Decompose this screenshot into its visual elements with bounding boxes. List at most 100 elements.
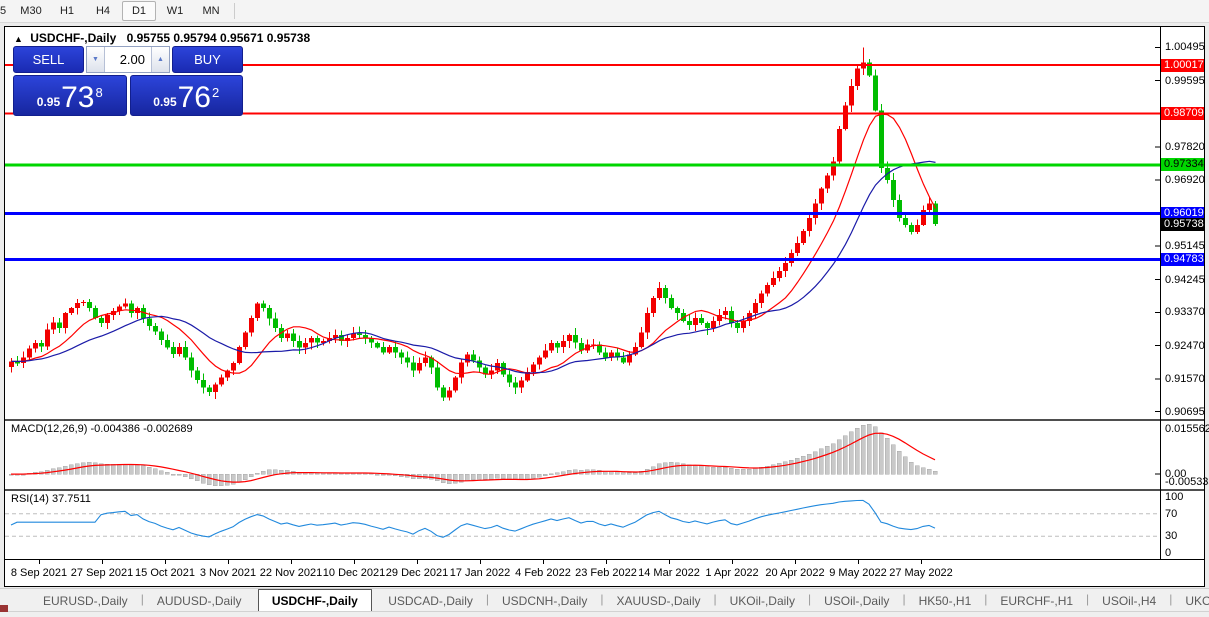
- y-axis-label: 0.90695: [1165, 406, 1205, 418]
- chart-symbol: USDCHF-,Daily: [30, 31, 116, 45]
- x-axis-tick: [417, 560, 418, 564]
- sell-button[interactable]: SELL: [13, 46, 84, 73]
- buy-button[interactable]: BUY: [172, 46, 243, 73]
- sell-price-box[interactable]: 0.95 73 8: [13, 75, 127, 116]
- timeframe-button-W1[interactable]: W1: [158, 1, 192, 21]
- x-axis-tick: [102, 560, 103, 564]
- price-level-badge: 0.94783: [1161, 253, 1204, 266]
- price-level-badge: 0.97334: [1161, 158, 1204, 171]
- timeframe-button-D1[interactable]: D1: [122, 1, 156, 21]
- rsi-axis-label: 30: [1165, 530, 1177, 542]
- triangle-down-icon: ▼: [92, 56, 99, 63]
- rsi-label: RSI(14) 37.7511: [11, 493, 91, 505]
- y-axis-label: 0.94245: [1165, 274, 1205, 286]
- volume-decrease-button[interactable]: ▼: [87, 47, 105, 72]
- status-fragment: [0, 605, 8, 612]
- y-axis-label: 0.95145: [1165, 240, 1205, 252]
- rsi-axis-label: 70: [1165, 508, 1177, 520]
- rsi-chart[interactable]: RSI(14) 37.7511: [5, 491, 1160, 559]
- timeframe-button-MN[interactable]: MN: [194, 1, 228, 21]
- tab-eurusd-daily[interactable]: EURUSD-,Daily: [30, 590, 141, 611]
- y-axis-label: 0.91570: [1165, 373, 1205, 385]
- x-axis-tick: [165, 560, 166, 564]
- x-axis-tick: [732, 560, 733, 564]
- sell-price-big: 73: [61, 83, 94, 113]
- chart-window: MACD(12,26,9) -0.004386 -0.002689 RSI(14…: [4, 26, 1205, 587]
- tab-usdcad-daily[interactable]: USDCAD-,Daily: [375, 590, 486, 611]
- x-axis-tick: [669, 560, 670, 564]
- timeframe-button-5[interactable]: 5: [0, 1, 12, 21]
- timeframe-toolbar: 5M30H1H4D1W1MN: [0, 0, 1209, 23]
- x-axis-tick: [480, 560, 481, 564]
- rsi-title: RSI(14): [11, 493, 49, 505]
- macd-axis-label: -0.005335: [1165, 476, 1209, 488]
- x-axis-label: 8 Sep 2021: [11, 567, 67, 579]
- macd-axis-label: 0.015562: [1165, 423, 1209, 435]
- status-bar: [0, 611, 1209, 617]
- x-axis-tick: [228, 560, 229, 564]
- x-axis-label: 20 Apr 2022: [765, 567, 824, 579]
- x-axis-label: 17 Jan 2022: [450, 567, 511, 579]
- timeframe-button-M30[interactable]: M30: [14, 1, 48, 21]
- x-axis-label: 3 Nov 2021: [200, 567, 256, 579]
- timeframe-button-H4[interactable]: H4: [86, 1, 120, 21]
- rsi-axis-label: 100: [1165, 491, 1183, 503]
- buy-price-sup: 2: [212, 85, 219, 100]
- buy-price-big: 76: [178, 83, 211, 113]
- y-axis-label: 1.00495: [1165, 41, 1205, 53]
- x-axis-label: 29 Dec 2021: [386, 567, 448, 579]
- sell-price-sup: 8: [96, 85, 103, 100]
- mt4-workspace: { "icons": { "collapse": "▲", "spin_down…: [0, 0, 1209, 616]
- x-axis-label: 27 Sep 2021: [71, 567, 133, 579]
- buy-price-box[interactable]: 0.95 76 2: [130, 75, 244, 116]
- sell-price-small: 0.95: [37, 95, 60, 109]
- x-axis-tick: [291, 560, 292, 564]
- rsi-value: 37.7511: [52, 493, 91, 505]
- tab-usoil-h4[interactable]: USOil-,H4: [1089, 590, 1169, 611]
- price-level-badge: 1.00017: [1161, 59, 1204, 72]
- chart-ohlc: 0.95755 0.95794 0.95671 0.95738: [127, 31, 311, 45]
- tab-usoil-daily[interactable]: USOil-,Daily: [811, 590, 902, 611]
- chart-title: ▲ USDCHF-,Daily 0.95755 0.95794 0.95671 …: [14, 31, 310, 45]
- tab-hk50-h1[interactable]: HK50-,H1: [906, 590, 985, 611]
- x-axis-tick: [39, 560, 40, 564]
- volume-increase-button[interactable]: ▲: [151, 47, 169, 72]
- x-axis-label: 22 Nov 2021: [260, 567, 322, 579]
- tab-usdchf-daily[interactable]: USDCHF-,Daily: [258, 589, 372, 611]
- tab-audusd-daily[interactable]: AUDUSD-,Daily: [144, 590, 255, 611]
- y-axis-label: 0.99595: [1165, 75, 1205, 87]
- x-axis-tick: [354, 560, 355, 564]
- rsi-plot[interactable]: [5, 491, 1160, 559]
- tab-xauusd-daily[interactable]: XAUUSD-,Daily: [603, 590, 713, 611]
- collapse-icon[interactable]: ▲: [14, 34, 23, 44]
- x-axis-tick: [795, 560, 796, 564]
- y-axis-label: 0.96920: [1165, 174, 1205, 186]
- macd-label: MACD(12,26,9) -0.004386 -0.002689: [11, 423, 193, 435]
- x-axis-tick: [921, 560, 922, 564]
- x-axis-label: 23 Feb 2022: [575, 567, 637, 579]
- chart-tab-bar: EURUSD-,Daily|AUDUSD-,Daily USDCHF-,Dail…: [0, 588, 1209, 611]
- y-axis-label: 0.92470: [1165, 340, 1205, 352]
- macd-values: -0.004386 -0.002689: [90, 423, 192, 435]
- x-axis-tick: [606, 560, 607, 564]
- macd-title: MACD(12,26,9): [11, 423, 87, 435]
- x-axis-label: 1 Apr 2022: [705, 567, 758, 579]
- price-level-badge: 0.98709: [1161, 107, 1204, 120]
- price-axis: 1.004950.995950.978200.969200.951450.942…: [1161, 27, 1204, 560]
- x-axis-label: 14 Mar 2022: [638, 567, 700, 579]
- volume-stepper: ▼ 2.00 ▲: [86, 46, 170, 73]
- x-axis-label: 4 Feb 2022: [515, 567, 571, 579]
- toolbar-separator: [234, 3, 235, 19]
- tab-ukoil-daily[interactable]: UKOil-,Daily: [717, 590, 808, 611]
- triangle-up-icon: ▲: [157, 56, 164, 63]
- tab-ukoil-h4[interactable]: UKOil-,H4: [1172, 590, 1209, 611]
- current-price-badge: 0.95738: [1161, 218, 1204, 231]
- time-axis: 8 Sep 202127 Sep 202115 Oct 20213 Nov 20…: [5, 560, 1204, 586]
- volume-value[interactable]: 2.00: [105, 47, 151, 72]
- timeframe-button-H1[interactable]: H1: [50, 1, 84, 21]
- x-axis-label: 27 May 2022: [889, 567, 953, 579]
- tab-eurchf-h1[interactable]: EURCHF-,H1: [987, 590, 1086, 611]
- macd-chart[interactable]: MACD(12,26,9) -0.004386 -0.002689: [5, 421, 1160, 489]
- rsi-axis-label: 0: [1165, 547, 1171, 559]
- tab-usdcnh-daily[interactable]: USDCNH-,Daily: [489, 590, 600, 611]
